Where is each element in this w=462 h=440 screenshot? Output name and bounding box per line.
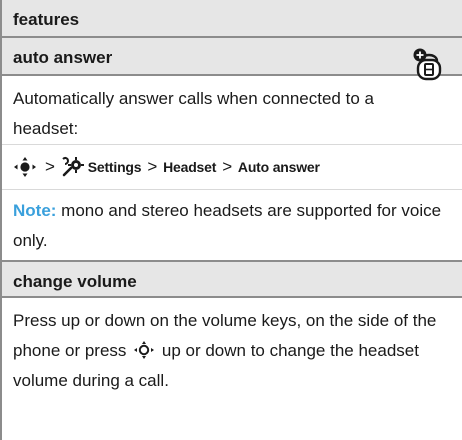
section-header: features xyxy=(2,0,462,38)
note-text: mono and stereo headsets are supported f… xyxy=(13,201,442,250)
path-auto-answer: Auto answer xyxy=(237,159,320,175)
auto-answer-heading-bar: auto answer xyxy=(2,38,462,76)
path-separator: > xyxy=(222,157,232,176)
path-separator: > xyxy=(147,157,158,176)
section-title: features xyxy=(13,10,80,29)
note-paragraph: Note: mono and stereo headsets are suppo… xyxy=(2,190,462,260)
path-headset: Headset xyxy=(163,159,217,175)
navigation-key-icon xyxy=(134,341,155,359)
manual-page: features auto answer Automatically answe… xyxy=(0,0,462,440)
note-label: Note: xyxy=(13,201,57,220)
change-volume-heading-bar: change volume xyxy=(2,260,462,298)
path-separator: > xyxy=(45,157,55,176)
settings-gear-icon xyxy=(62,156,84,177)
menu-path: > Settings > Headset > Auto answer xyxy=(2,145,462,189)
change-volume-description: Press up or down on the volume keys, on … xyxy=(13,311,437,390)
navigation-key-icon xyxy=(14,157,36,177)
auto-answer-description: Automatically answer calls when connecte… xyxy=(13,89,374,138)
auto-answer-heading: auto answer xyxy=(13,48,113,67)
path-settings: Settings xyxy=(87,159,142,175)
change-volume-heading: change volume xyxy=(13,272,137,291)
